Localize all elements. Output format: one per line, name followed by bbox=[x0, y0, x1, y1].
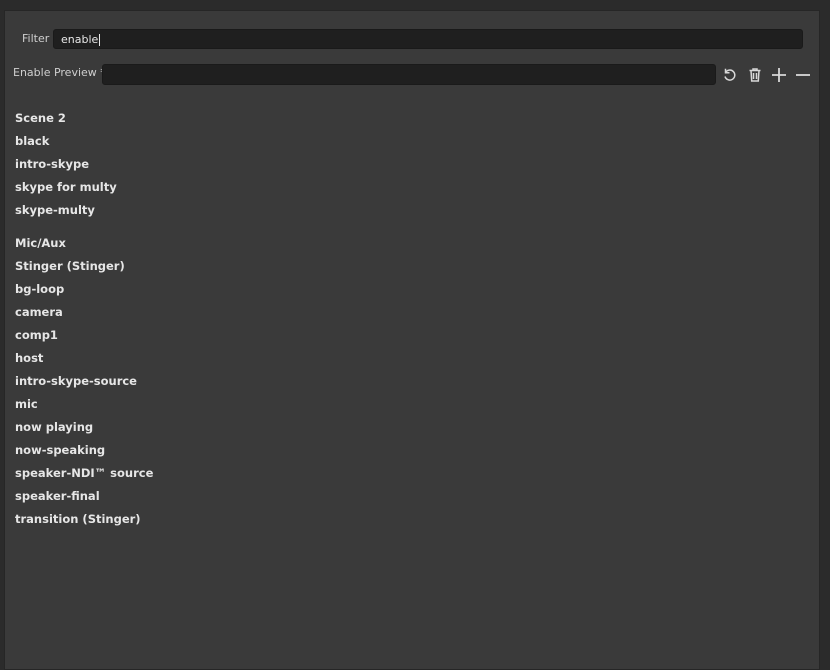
hotkey-row: Enable Preview * bbox=[13, 64, 813, 88]
list-item[interactable]: speaker-final bbox=[15, 485, 153, 508]
list-item[interactable]: Mic/Aux bbox=[15, 232, 153, 255]
list-item[interactable]: now-speaking bbox=[15, 439, 153, 462]
list-item[interactable]: transition (Stinger) bbox=[15, 508, 153, 531]
list-item[interactable]: skype-multy bbox=[15, 199, 153, 222]
filter-input[interactable]: enable bbox=[53, 29, 803, 49]
list-item[interactable]: host bbox=[15, 347, 153, 370]
revert-icon[interactable] bbox=[720, 65, 740, 85]
hotkey-input[interactable] bbox=[102, 64, 716, 85]
hotkey-label: Enable Preview * bbox=[13, 66, 106, 79]
hotkey-list: Scene 2 black intro-skype skype for mult… bbox=[15, 107, 153, 541]
list-item[interactable]: now playing bbox=[15, 416, 153, 439]
list-item[interactable]: skype for multy bbox=[15, 176, 153, 199]
list-item[interactable]: Stinger (Stinger) bbox=[15, 255, 153, 278]
list-item[interactable]: bg-loop bbox=[15, 278, 153, 301]
sources-group: Mic/Aux Stinger (Stinger) bg-loop camera… bbox=[15, 232, 153, 531]
filter-input-value: enable bbox=[61, 33, 99, 46]
list-item[interactable]: mic bbox=[15, 393, 153, 416]
hotkeys-panel: Filter enable Enable Preview * Scene 2 b… bbox=[4, 10, 820, 670]
list-item[interactable]: intro-skype bbox=[15, 153, 153, 176]
list-item[interactable]: intro-skype-source bbox=[15, 370, 153, 393]
list-item[interactable]: comp1 bbox=[15, 324, 153, 347]
list-item[interactable]: Scene 2 bbox=[15, 107, 153, 130]
scenes-group: Scene 2 black intro-skype skype for mult… bbox=[15, 107, 153, 222]
list-item[interactable]: speaker-NDI™ source bbox=[15, 462, 153, 485]
filter-row: Filter enable bbox=[22, 29, 812, 51]
plus-icon[interactable] bbox=[769, 65, 789, 85]
minus-icon[interactable] bbox=[793, 65, 813, 85]
list-item[interactable]: black bbox=[15, 130, 153, 153]
trash-icon[interactable] bbox=[745, 65, 765, 85]
list-item[interactable]: camera bbox=[15, 301, 153, 324]
text-cursor bbox=[99, 34, 101, 46]
filter-label: Filter bbox=[22, 32, 50, 45]
